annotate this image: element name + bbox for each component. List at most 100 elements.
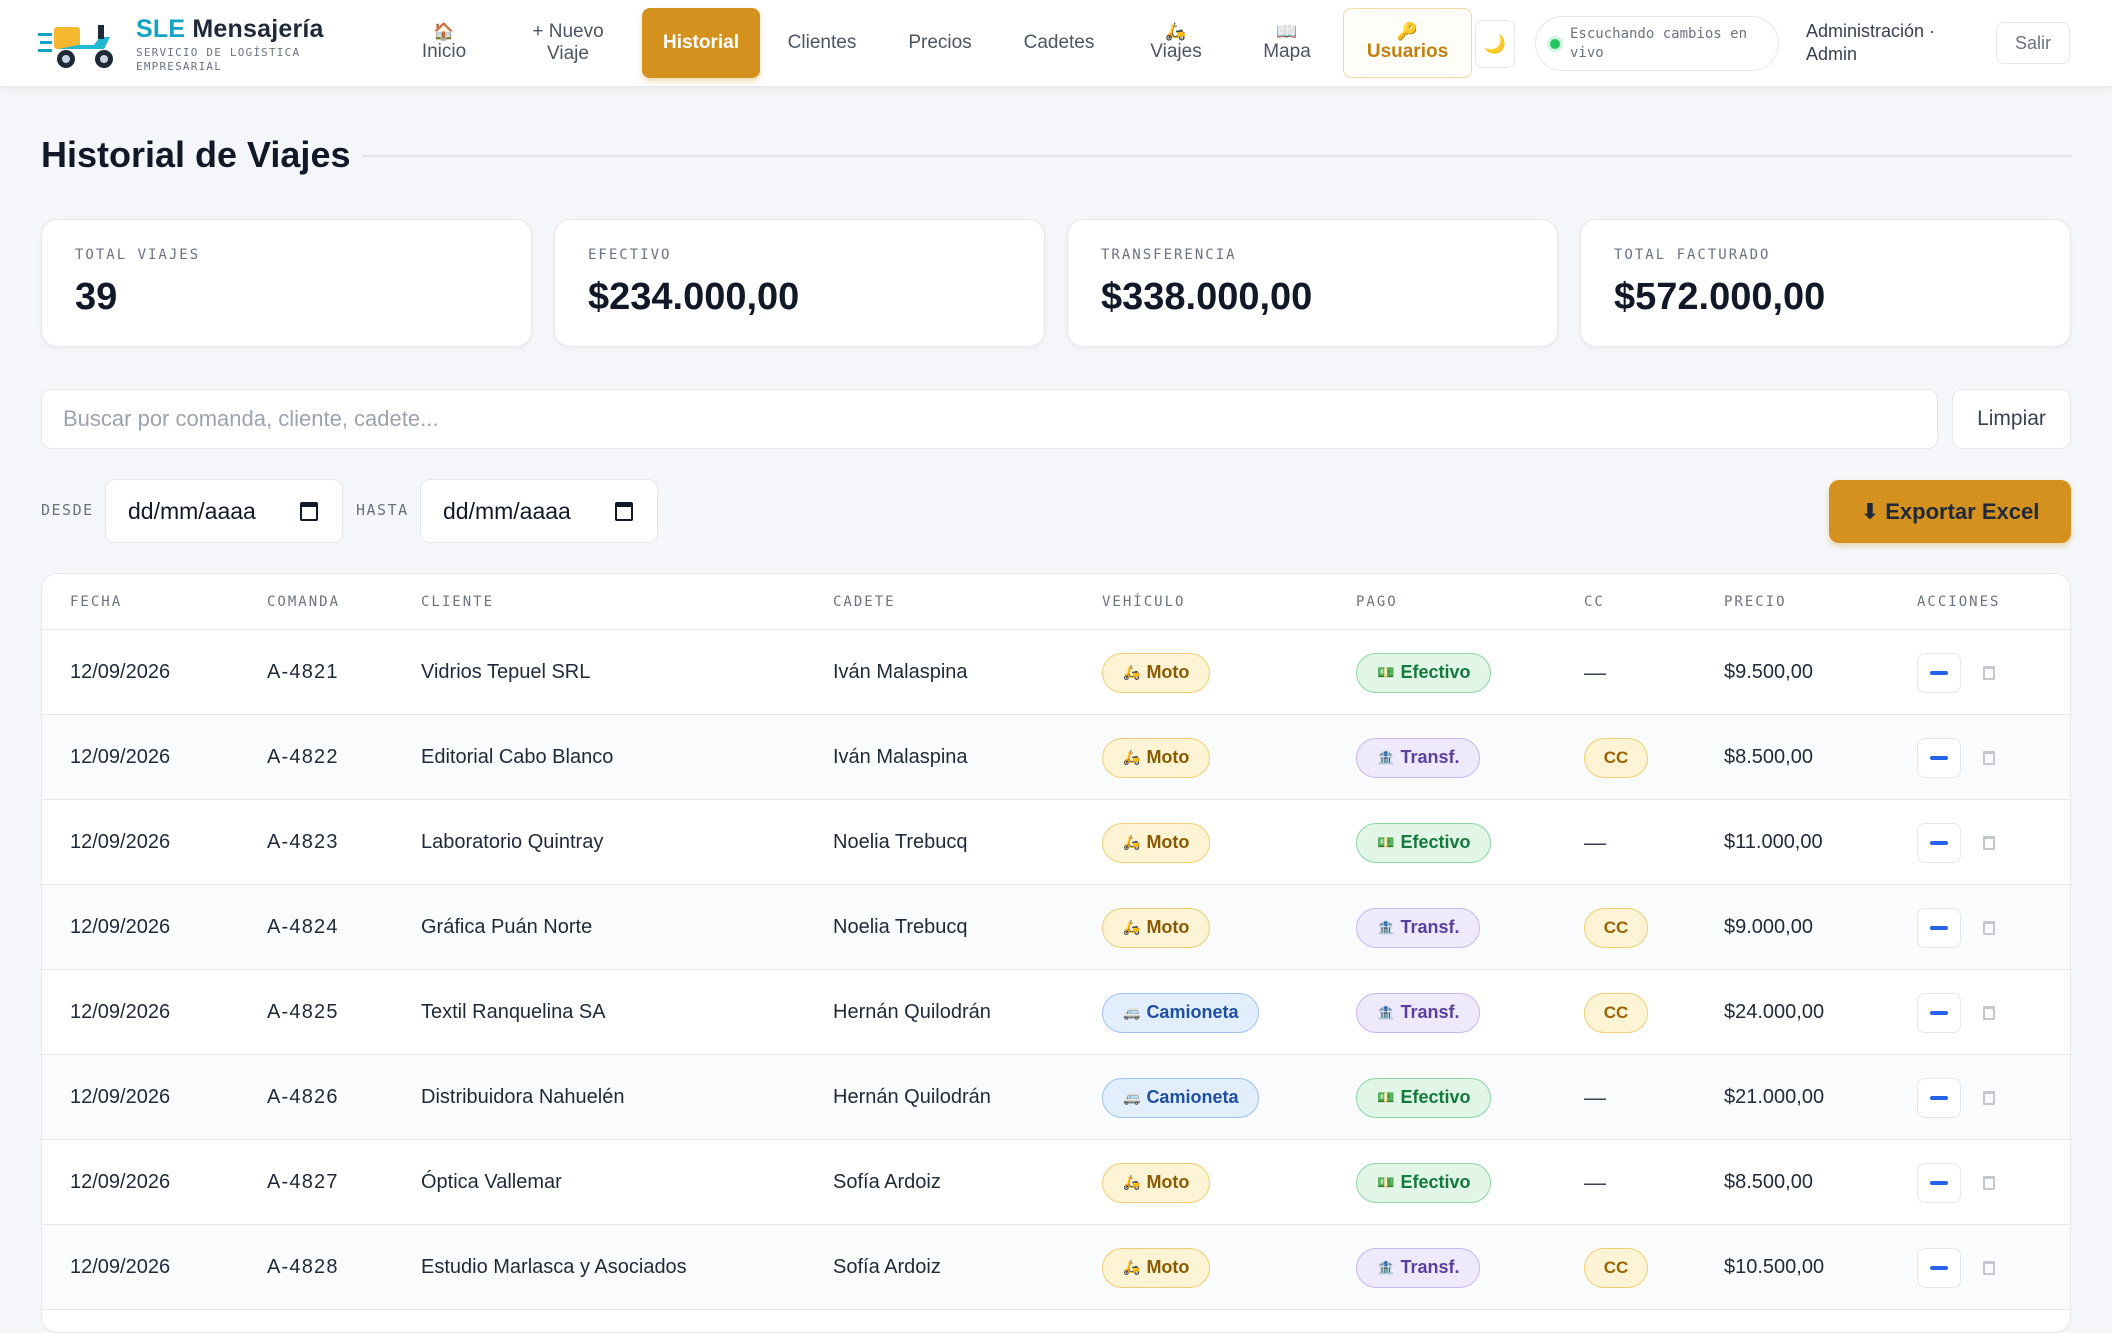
theme-toggle-button[interactable]: 🌙 — [1475, 20, 1515, 68]
export-excel-button[interactable]: ⬇ Exportar Excel — [1829, 480, 2071, 543]
table-row[interactable]: 12/09/2026 A-4827 Óptica Vallemar Sofía Ard… — [42, 1140, 2070, 1225]
table-row[interactable]: 12/09/2026 A-4825 Textil Ranquelina SA Hern… — [42, 970, 2070, 1055]
cell-pago: 🏦 Transf. — [1356, 885, 1481, 970]
precio-text: $24.000,00 — [1724, 1001, 1825, 1023]
comanda-text: A-4824 — [267, 916, 339, 938]
van-icon: 🚐 — [1123, 1089, 1141, 1105]
cell-vehiculo: 🚐 Camioneta — [1102, 1055, 1260, 1140]
trash-icon[interactable] — [1983, 920, 1995, 935]
cc-badge: CC — [1584, 907, 1648, 948]
table-row[interactable]: 12/09/2026 A-4822 Editorial Cabo Blanco Ivá… — [42, 715, 2070, 800]
cc-badge: CC — [1584, 992, 1648, 1033]
col-header-pago[interactable]: PAGO — [1356, 594, 1398, 610]
cadete-text: Noelia Trebucq — [833, 916, 968, 938]
col-header-vehiculo[interactable]: VEHÍCULO — [1102, 594, 1185, 610]
payment-text: Efectivo — [1400, 1087, 1471, 1107]
trash-icon[interactable] — [1983, 1005, 1995, 1020]
scooter-icon: 🛵 — [1123, 749, 1141, 765]
top-navbar: SLE Mensajería SERVICIO DE LOGÍSTICA EMP… — [0, 0, 2112, 87]
table-row[interactable]: 12/09/2026 A-4821 Vidrios Tepuel SRL Iván M… — [42, 630, 2070, 715]
edit-button[interactable] — [1917, 1162, 1961, 1203]
trash-icon[interactable] — [1983, 835, 1995, 850]
clear-button[interactable]: Limpiar — [1952, 389, 2071, 449]
nav-viajes[interactable]: 🛵 Viajes — [1135, 8, 1217, 78]
brand[interactable]: SLE Mensajería SERVICIO DE LOGÍSTICA EMP… — [38, 14, 336, 74]
edit-button[interactable] — [1917, 822, 1961, 863]
nav-cadetes[interactable]: Cadetes — [1012, 8, 1106, 78]
nav-usuarios[interactable]: 🔑 Usuarios — [1343, 8, 1472, 78]
nav-inicio-label: Inicio — [421, 41, 467, 62]
live-status-text: Escuchando cambios en vivo — [1570, 25, 1748, 61]
nav-clientes[interactable]: Clientes — [775, 8, 869, 78]
col-header-precio[interactable]: PRECIO — [1724, 594, 1787, 610]
cell-comanda: A-4824 — [267, 885, 339, 970]
date-from-value: dd/mm/aaaa — [128, 497, 256, 524]
cash-icon: 💵 — [1377, 664, 1395, 680]
scooter-icon: 🛵 — [1123, 919, 1141, 935]
table-row[interactable]: 12/09/2026 A-4826 Distribuidora Nahuelén He… — [42, 1055, 2070, 1140]
precio-text: $21.000,00 — [1724, 1086, 1825, 1108]
calendar-icon[interactable] — [300, 502, 318, 521]
payment-badge: 🏦 Transf. — [1356, 907, 1481, 948]
logout-button[interactable]: Salir — [1996, 22, 2070, 64]
cell-acciones — [1917, 630, 1995, 715]
precio-text: $10.500,00 — [1724, 1256, 1825, 1278]
vehicle-text: Camioneta — [1146, 1087, 1239, 1107]
col-header-fecha[interactable]: FECHA — [70, 594, 122, 610]
edit-button[interactable] — [1917, 907, 1961, 948]
table-row[interactable]: 12/09/2026 A-4828 Estudio Marlasca y Asoci… — [42, 1225, 2070, 1310]
cell-cadete: Hernán Quilodrán — [833, 1055, 991, 1140]
cell-comanda: A-4828 — [267, 1225, 339, 1310]
cliente-text: Estudio Marlasca y Asociados — [421, 1256, 687, 1278]
col-header-cliente[interactable]: CLIENTE — [421, 594, 494, 610]
payment-badge: 💵 Efectivo — [1356, 822, 1492, 863]
nav-viajes-label: Viajes — [1150, 41, 1202, 62]
payment-badge: 💵 Efectivo — [1356, 652, 1492, 693]
cell-pago: 💵 Efectivo — [1356, 1055, 1492, 1140]
edit-button[interactable] — [1917, 992, 1961, 1033]
stat-value: $234.000,00 — [588, 276, 800, 318]
nav-historial[interactable]: Historial — [642, 8, 760, 78]
scooter-icon: 🛵 — [1123, 834, 1141, 850]
edit-button[interactable] — [1917, 1247, 1961, 1288]
nav-precios[interactable]: Precios — [895, 8, 985, 78]
calendar-icon[interactable] — [615, 502, 633, 521]
cell-fecha: 12/09/2026 — [70, 1225, 170, 1310]
table-row[interactable]: 12/09/2026 A-4823 Laboratorio Quintray Noel… — [42, 800, 2070, 885]
col-header-cadete[interactable]: CADETE — [833, 594, 896, 610]
nav-usuarios-label: Usuarios — [1366, 41, 1449, 62]
vehicle-badge: 🛵 Moto — [1102, 822, 1211, 863]
edit-button[interactable] — [1917, 652, 1961, 693]
vehicle-badge: 🛵 Moto — [1102, 737, 1211, 778]
col-header-comanda[interactable]: COMANDA — [267, 594, 340, 610]
date-to-input[interactable]: dd/mm/aaaa — [420, 479, 658, 543]
trash-icon[interactable] — [1983, 1260, 1995, 1275]
nav-nuevo-viaje[interactable]: + Nuevo Viaje — [518, 8, 618, 78]
trash-icon[interactable] — [1983, 750, 1995, 765]
vehicle-text: Moto — [1146, 1257, 1190, 1277]
cell-vehiculo: 🛵 Moto — [1102, 800, 1211, 885]
brand-subtitle: SERVICIO DE LOGÍSTICA EMPRESARIAL — [136, 45, 301, 73]
nav-inicio[interactable]: 🏠 Inicio — [404, 8, 484, 78]
cell-cc: CC — [1584, 715, 1648, 800]
payment-text: Efectivo — [1400, 832, 1471, 852]
cell-cc: CC — [1584, 1225, 1648, 1310]
trash-icon[interactable] — [1983, 665, 1995, 680]
search-input[interactable]: Buscar por comanda, cliente, cadete... — [41, 389, 1938, 449]
edit-button[interactable] — [1917, 1077, 1961, 1118]
edit-button[interactable] — [1917, 737, 1961, 778]
trash-icon[interactable] — [1983, 1090, 1995, 1105]
cadete-text: Hernán Quilodrán — [833, 1086, 991, 1108]
brand-title: SLE Mensajería — [136, 15, 336, 44]
cell-cliente: Gráfica Puán Norte — [421, 885, 592, 970]
date-from-input[interactable]: dd/mm/aaaa — [105, 479, 343, 543]
cell-comanda: A-4826 — [267, 1055, 339, 1140]
col-header-cc[interactable]: CC — [1584, 594, 1605, 610]
comanda-text: A-4827 — [267, 1171, 339, 1193]
trash-icon[interactable] — [1983, 1175, 1995, 1190]
cadete-text: Hernán Quilodrán — [833, 1001, 991, 1023]
bank-icon: 🏦 — [1377, 749, 1395, 765]
nav-mapa[interactable]: 📖 Mapa — [1246, 8, 1328, 78]
nav-mapa-label: Mapa — [1263, 41, 1311, 62]
table-row[interactable]: 12/09/2026 A-4824 Gráfica Puán Norte Noelia… — [42, 885, 2070, 970]
